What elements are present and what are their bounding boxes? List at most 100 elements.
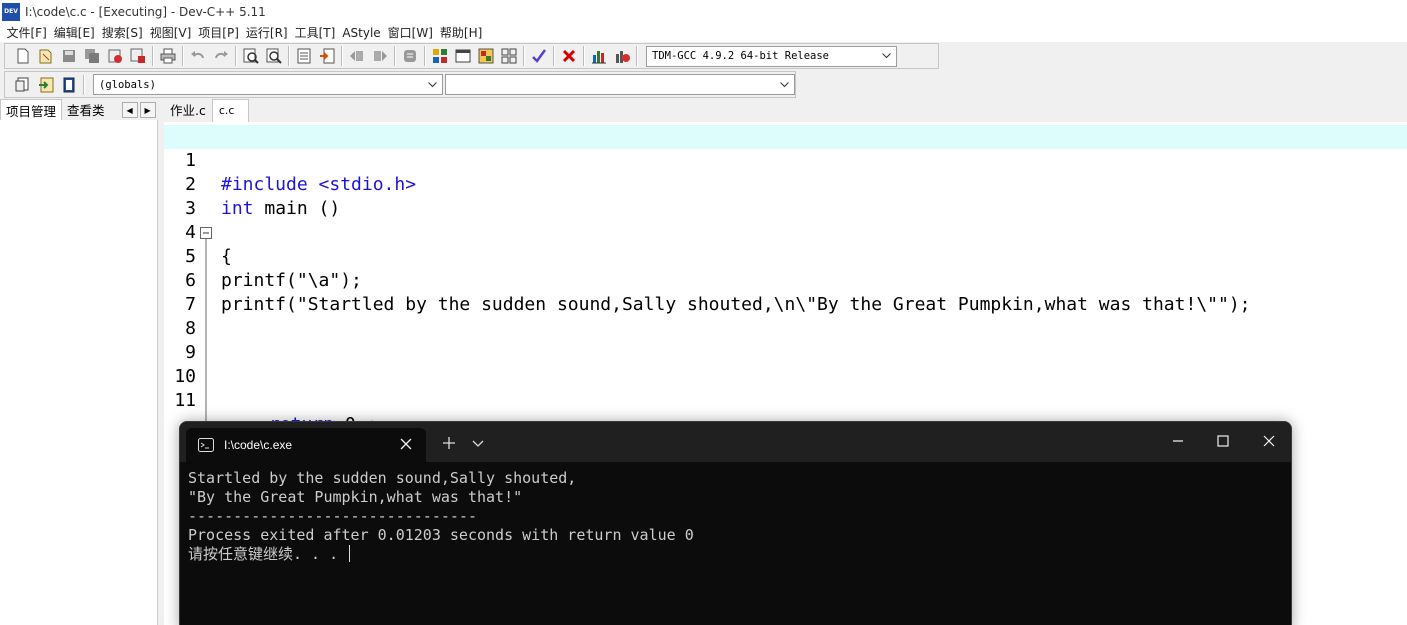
tab-class-browser[interactable]: 查看类	[62, 99, 110, 120]
console-line: "By the Great Pumpkin,what was that!"	[188, 488, 523, 506]
scroll-left-button[interactable]: ◀	[121, 102, 138, 118]
replace-button[interactable]	[265, 47, 283, 65]
text-cursor	[349, 545, 351, 562]
find-button[interactable]	[242, 47, 260, 65]
code-line: 11 }	[164, 365, 1407, 459]
close-all-icon	[130, 48, 145, 63]
toolbar-separator	[553, 46, 554, 66]
compile-run-icon	[478, 48, 493, 64]
toggle-bookmark-button[interactable]	[318, 47, 336, 65]
print-button[interactable]	[159, 47, 177, 65]
goto-line-button[interactable]	[295, 47, 313, 65]
close-window-icon[interactable]	[1262, 434, 1276, 448]
menu-help[interactable]: 帮助[H]	[436, 24, 485, 41]
goto-definition-button[interactable]	[60, 76, 78, 94]
chevron-down-icon	[426, 78, 439, 91]
terminal-icon	[198, 438, 214, 452]
menu-search[interactable]: 搜索[S]	[98, 24, 146, 41]
syntax-check-button[interactable]	[530, 47, 548, 65]
close-all-button[interactable]	[129, 47, 147, 65]
chevron-down-icon	[778, 78, 791, 91]
menu-window[interactable]: 窗口[W]	[384, 24, 436, 41]
goto-line-icon	[297, 48, 310, 64]
close-icon[interactable]	[400, 438, 412, 450]
compile-button[interactable]	[431, 47, 449, 65]
bar-chart-icon	[591, 51, 606, 64]
toolbar-separator	[341, 46, 342, 66]
code-line: 3 {	[164, 173, 1407, 267]
red-x-icon	[562, 49, 575, 63]
save-icon	[62, 50, 75, 62]
minimize-icon[interactable]	[1171, 434, 1185, 448]
console-prompt-line: 请按任意键继续. . .	[188, 545, 694, 564]
console-line: --------------------------------	[188, 507, 477, 525]
toolbar-separator	[394, 46, 395, 66]
title-bar: DEV I:\code\c.c - [Executing] - Dev-C++ …	[0, 0, 1407, 23]
menu-execute[interactable]: 运行[R]	[242, 24, 291, 41]
toolbar-separator	[288, 46, 289, 66]
redo-button[interactable]	[212, 47, 230, 65]
indent-icon	[349, 51, 363, 61]
console-line: Process exited after 0.01203 seconds wit…	[188, 526, 694, 544]
code-line: 9	[164, 317, 1407, 389]
run-button[interactable]	[454, 47, 472, 65]
menu-project[interactable]: 项目[P]	[195, 24, 243, 41]
rebuild-grid-icon	[501, 48, 516, 64]
toggle-comment-button[interactable]	[401, 47, 419, 65]
menu-astyle[interactable]: AStyle	[339, 26, 384, 40]
compile-grid-icon	[432, 49, 447, 63]
stop-execution-button[interactable]	[560, 47, 578, 65]
console-window[interactable]: I:\code\c.exe Startled by the sudden sou…	[179, 421, 1292, 625]
new-file-button[interactable]	[14, 47, 32, 65]
member-select[interactable]	[445, 74, 795, 95]
scroll-right-button[interactable]: ▶	[139, 102, 156, 118]
open-button[interactable]	[37, 47, 55, 65]
bookmark-icon	[319, 48, 334, 64]
delete-profile-button[interactable]	[613, 47, 631, 65]
tab-project-manager[interactable]: 项目管理	[0, 99, 63, 120]
menu-file[interactable]: 文件[F]	[3, 24, 50, 41]
profile-button[interactable]	[590, 47, 608, 65]
goto-declaration-button[interactable]	[37, 76, 55, 94]
goto-icon	[38, 77, 53, 92]
undo-button[interactable]	[189, 47, 207, 65]
compiler-select[interactable]: TDM-GCC 4.9.2 64-bit Release	[646, 45, 897, 67]
find-icon	[243, 48, 259, 64]
close-file-button[interactable]	[106, 47, 124, 65]
indent-button[interactable]	[348, 47, 366, 65]
tab-scroll-arrows: ◀ ▶	[121, 102, 158, 118]
compile-run-button[interactable]	[477, 47, 495, 65]
toolbar-separator	[424, 46, 425, 66]
toolbar-separator	[583, 46, 584, 66]
console-line: 请按任意键继续. . .	[188, 545, 348, 563]
menu-tools[interactable]: 工具[T]	[291, 24, 339, 41]
maximize-icon[interactable]	[1216, 434, 1230, 448]
project-panel	[0, 120, 158, 625]
tab-c-c[interactable]: c.c	[211, 99, 250, 122]
toolbar-separator	[182, 46, 183, 66]
console-tab[interactable]: I:\code\c.exe	[186, 428, 426, 462]
console-tab-title: I:\code\c.exe	[224, 438, 293, 452]
devcpp-window: DEV I:\code\c.c - [Executing] - Dev-C++ …	[0, 0, 1407, 625]
save-all-button[interactable]	[83, 47, 101, 65]
plus-icon[interactable]	[442, 436, 456, 450]
toolbar-separator	[235, 46, 236, 66]
window-run-icon	[455, 49, 470, 63]
code-line: 6	[164, 245, 1407, 317]
rebuild-button[interactable]	[500, 47, 518, 65]
chevron-down-icon[interactable]	[472, 438, 484, 448]
chevron-down-icon	[880, 50, 893, 63]
main-toolbar: TDM-GCC 4.9.2 64-bit Release	[4, 43, 939, 69]
code-line: 7	[164, 269, 1407, 341]
tab-homework-c[interactable]: 作业.c	[164, 101, 212, 122]
editor-tabs: 作业.c c.c	[164, 99, 1407, 122]
menu-view[interactable]: 视图[V]	[146, 24, 195, 41]
menu-edit[interactable]: 编辑[E]	[50, 24, 98, 41]
insert-button[interactable]	[14, 76, 32, 94]
code-line: 2 int main ()	[164, 149, 1407, 219]
unindent-button[interactable]	[371, 47, 389, 65]
save-button[interactable]	[60, 47, 78, 65]
scope-select[interactable]: (globals)	[93, 74, 443, 95]
delete-profile-icon	[615, 51, 630, 63]
close-file-icon	[108, 49, 122, 63]
